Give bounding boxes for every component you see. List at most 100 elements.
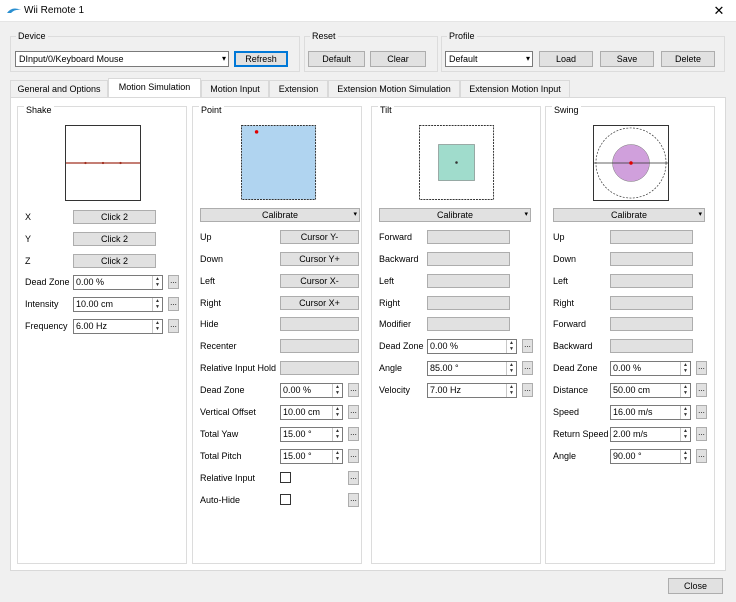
tab-extension-motion-simulation[interactable]: Extension Motion Simulation xyxy=(328,80,460,97)
spin-arrows-icon[interactable]: ▲ ▼ xyxy=(680,362,690,375)
point-recenter-mapping[interactable] xyxy=(280,339,359,353)
shake-x-mapping[interactable]: Click 2 xyxy=(73,210,156,224)
spin-arrows-icon[interactable]: ▲ ▼ xyxy=(680,384,690,397)
swing-speed-ellipsis-button[interactable]: ... xyxy=(696,405,707,419)
tilt-angle-ellipsis-button[interactable]: ... xyxy=(522,361,533,375)
point-deadzone-ellipsis-button[interactable]: ... xyxy=(348,383,359,397)
tilt-velocity-ellipsis-button[interactable]: ... xyxy=(522,383,533,397)
point-calibrate-button[interactable]: Calibrate ▾ xyxy=(200,208,360,222)
dropdown-arrow-icon[interactable]: ▾ xyxy=(698,209,702,221)
swing-return-speed-spinbox[interactable]: 2.00 m/s ▲ ▼ xyxy=(610,427,691,442)
point-up-mapping[interactable]: Cursor Y- xyxy=(280,230,359,244)
tilt-angle-spinbox[interactable]: 85.00 ° ▲ ▼ xyxy=(427,361,517,376)
swing-calibrate-button[interactable]: Calibrate ▾ xyxy=(553,208,705,222)
tilt-velocity-spinbox[interactable]: 7.00 Hz ▲ ▼ xyxy=(427,383,517,398)
shake-frequency-ellipsis-button[interactable]: ... xyxy=(168,319,179,333)
spin-arrows-icon[interactable]: ▲ ▼ xyxy=(506,340,516,353)
shake-intensity-label: Intensity xyxy=(25,299,59,309)
swing-backward-mapping[interactable] xyxy=(610,339,693,353)
point-hide-mapping[interactable] xyxy=(280,317,359,331)
point-total-pitch-spinbox[interactable]: 15.00 ° ▲ ▼ xyxy=(280,449,343,464)
spin-arrows-icon[interactable]: ▲ ▼ xyxy=(506,384,516,397)
chevron-down-icon: ▾ xyxy=(525,54,530,63)
tilt-left-mapping[interactable] xyxy=(427,274,510,288)
point-deadzone-spinbox[interactable]: 0.00 % ▲ ▼ xyxy=(280,383,343,398)
point-vertical-offset-spinbox[interactable]: 10.00 cm ▲ ▼ xyxy=(280,405,343,420)
swing-left-mapping[interactable] xyxy=(610,274,693,288)
spin-arrows-icon[interactable]: ▲ ▼ xyxy=(680,406,690,419)
shake-y-mapping[interactable]: Click 2 xyxy=(73,232,156,246)
tilt-right-mapping[interactable] xyxy=(427,296,510,310)
spin-arrows-icon[interactable]: ▲ ▼ xyxy=(332,406,342,419)
swing-angle-ellipsis-button[interactable]: ... xyxy=(696,449,707,463)
point-left-label: Left xyxy=(200,276,216,286)
tab-motion-simulation[interactable]: Motion Simulation xyxy=(108,78,201,97)
point-total-yaw-ellipsis-button[interactable]: ... xyxy=(348,427,359,441)
point-vertical-offset-ellipsis-button[interactable]: ... xyxy=(348,405,359,419)
close-button[interactable]: Close xyxy=(668,578,723,594)
device-select[interactable]: DInput/0/Keyboard Mouse ▾ xyxy=(15,51,229,67)
point-relative-input-ellipsis-button[interactable]: ... xyxy=(348,471,359,485)
spin-value: 6.00 Hz xyxy=(76,321,108,331)
swing-down-mapping[interactable] xyxy=(610,252,693,266)
shake-deadzone-ellipsis-button[interactable]: ... xyxy=(168,275,179,289)
point-relative-input-hold-mapping[interactable] xyxy=(280,361,359,375)
tilt-deadzone-spinbox[interactable]: 0.00 % ▲ ▼ xyxy=(427,339,517,354)
spin-arrows-icon[interactable]: ▲ ▼ xyxy=(152,276,162,289)
shake-intensity-spinbox[interactable]: 10.00 cm ▲ ▼ xyxy=(73,297,163,312)
shake-deadzone-spinbox[interactable]: 0.00 % ▲ ▼ xyxy=(73,275,163,290)
swing-speed-spinbox[interactable]: 16.00 m/s ▲ ▼ xyxy=(610,405,691,420)
profile-delete-button[interactable]: Delete xyxy=(661,51,715,67)
profile-select[interactable]: Default ▾ xyxy=(445,51,533,67)
spin-arrows-icon[interactable]: ▲ ▼ xyxy=(152,298,162,311)
profile-save-button[interactable]: Save xyxy=(600,51,654,67)
spin-arrows-icon[interactable]: ▲ ▼ xyxy=(332,428,342,441)
point-relative-input-checkbox[interactable] xyxy=(280,472,291,483)
swing-right-mapping[interactable] xyxy=(610,296,693,310)
swing-return-speed-ellipsis-button[interactable]: ... xyxy=(696,427,707,441)
spin-arrows-icon[interactable]: ▲ ▼ xyxy=(332,450,342,463)
tilt-forward-mapping[interactable] xyxy=(427,230,510,244)
swing-distance-spinbox[interactable]: 50.00 cm ▲ ▼ xyxy=(610,383,691,398)
swing-deadzone-ellipsis-button[interactable]: ... xyxy=(696,361,707,375)
spin-arrows-icon[interactable]: ▲ ▼ xyxy=(332,384,342,397)
spin-arrows-icon[interactable]: ▲ ▼ xyxy=(152,320,162,333)
point-total-yaw-spinbox[interactable]: 15.00 ° ▲ ▼ xyxy=(280,427,343,442)
tilt-deadzone-ellipsis-button[interactable]: ... xyxy=(522,339,533,353)
dropdown-arrow-icon[interactable]: ▾ xyxy=(524,209,528,221)
point-right-mapping[interactable]: Cursor X+ xyxy=(280,296,359,310)
shake-y-label: Y xyxy=(25,234,32,244)
point-total-pitch-ellipsis-button[interactable]: ... xyxy=(348,449,359,463)
point-auto-hide-checkbox[interactable] xyxy=(280,494,291,505)
swing-distance-ellipsis-button[interactable]: ... xyxy=(696,383,707,397)
spin-arrows-icon[interactable]: ▲ ▼ xyxy=(506,362,516,375)
tab-extension[interactable]: Extension xyxy=(269,80,328,97)
reset-clear-button[interactable]: Clear xyxy=(370,51,426,67)
point-down-mapping[interactable]: Cursor Y+ xyxy=(280,252,359,266)
device-select-value: DInput/0/Keyboard Mouse xyxy=(19,54,124,64)
spin-arrows-icon[interactable]: ▲ ▼ xyxy=(680,428,690,441)
swing-up-mapping[interactable] xyxy=(610,230,693,244)
shake-z-mapping[interactable]: Click 2 xyxy=(73,254,156,268)
spin-value: 0.00 % xyxy=(76,277,105,287)
tab-motion-input[interactable]: Motion Input xyxy=(201,80,269,97)
spin-arrows-icon[interactable]: ▲ ▼ xyxy=(680,450,690,463)
reset-default-button[interactable]: Default xyxy=(308,51,365,67)
tab-extension-motion-input[interactable]: Extension Motion Input xyxy=(460,80,570,97)
window-close-button[interactable]: ✕ xyxy=(702,0,736,22)
refresh-button[interactable]: Refresh xyxy=(234,51,288,67)
swing-forward-mapping[interactable] xyxy=(610,317,693,331)
tilt-backward-mapping[interactable] xyxy=(427,252,510,266)
shake-frequency-spinbox[interactable]: 6.00 Hz ▲ ▼ xyxy=(73,319,163,334)
swing-deadzone-spinbox[interactable]: 0.00 % ▲ ▼ xyxy=(610,361,691,376)
dropdown-arrow-icon[interactable]: ▾ xyxy=(353,209,357,221)
tilt-calibrate-button[interactable]: Calibrate ▾ xyxy=(379,208,531,222)
swing-speed-label: Speed xyxy=(553,407,580,417)
swing-angle-spinbox[interactable]: 90.00 ° ▲ ▼ xyxy=(610,449,691,464)
shake-intensity-ellipsis-button[interactable]: ... xyxy=(168,297,179,311)
point-auto-hide-ellipsis-button[interactable]: ... xyxy=(348,493,359,507)
point-left-mapping[interactable]: Cursor X- xyxy=(280,274,359,288)
tab-general-and-options[interactable]: General and Options xyxy=(10,80,108,97)
profile-load-button[interactable]: Load xyxy=(539,51,593,67)
tilt-modifier-mapping[interactable] xyxy=(427,317,510,331)
